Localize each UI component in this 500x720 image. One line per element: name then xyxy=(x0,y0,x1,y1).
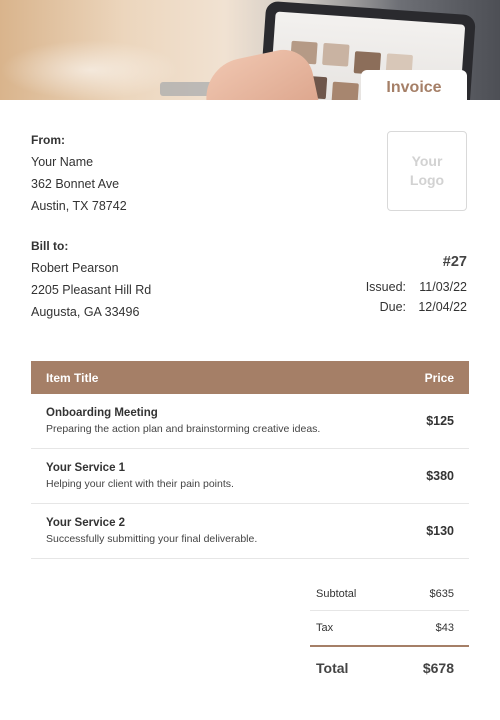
item-description: Successfully submitting your final deliv… xyxy=(46,533,258,545)
invoice-number: #27 xyxy=(442,254,467,270)
item-description: Helping your client with their pain poin… xyxy=(46,478,234,490)
from-address-line1: 362 Bonnet Ave xyxy=(31,177,120,191)
table-row: Your Service 1 Helping your client with … xyxy=(31,449,469,504)
bill-to-name: Robert Pearson xyxy=(31,261,119,275)
subtotal-row: Subtotal $635 xyxy=(310,578,469,611)
issued-date: 11/03/22 xyxy=(419,280,467,294)
from-address-line2: Austin, TX 78742 xyxy=(31,199,127,213)
invoice-tab: Invoice xyxy=(361,70,467,104)
total-value: $678 xyxy=(422,660,454,676)
table-row: Onboarding Meeting Preparing the action … xyxy=(31,394,469,449)
subtotal-value: $635 xyxy=(429,588,454,600)
due-label: Due: xyxy=(379,300,406,314)
bill-to-heading: Bill to: xyxy=(31,239,69,253)
table-row: Your Service 2 Successfully submitting y… xyxy=(31,504,469,559)
line-items-table: Item Title Price Onboarding Meeting Prep… xyxy=(31,361,469,559)
invoice-dates: Issued: 11/03/22 Due: 12/04/22 xyxy=(346,279,467,319)
bill-to-address-line2: Augusta, GA 33496 xyxy=(31,305,140,319)
issued-label: Issued: xyxy=(365,280,406,294)
item-title: Your Service 1 xyxy=(46,462,126,474)
from-heading: From: xyxy=(31,133,65,147)
logo-text-line2: Logo xyxy=(409,172,445,188)
due-date: 12/04/22 xyxy=(418,300,467,314)
column-header-price: Price xyxy=(424,370,454,385)
due-row: Due: 12/04/22 xyxy=(346,299,467,319)
tax-label: Tax xyxy=(316,622,334,634)
bill-to-address-line1: 2205 Pleasant Hill Rd xyxy=(31,283,152,297)
table-header: Item Title Price xyxy=(31,361,469,394)
column-header-item: Item Title xyxy=(46,370,99,385)
totals-section: Subtotal $635 Tax $43 Total $678 xyxy=(310,578,469,689)
total-label: Total xyxy=(316,660,349,676)
tax-row: Tax $43 xyxy=(310,611,469,647)
item-description: Preparing the action plan and brainstorm… xyxy=(46,423,321,435)
item-title: Onboarding Meeting xyxy=(46,407,158,419)
tax-value: $43 xyxy=(435,622,454,634)
item-price: $125 xyxy=(426,414,454,428)
total-row: Total $678 xyxy=(310,647,469,689)
item-price: $380 xyxy=(426,469,454,483)
photo-tile xyxy=(331,81,359,100)
issued-row: Issued: 11/03/22 xyxy=(346,279,467,299)
from-name: Your Name xyxy=(31,155,94,169)
item-price: $130 xyxy=(426,524,454,538)
photo-tile xyxy=(322,42,350,67)
bill-to-section: Bill to: Robert Pearson 2205 Pleasant Hi… xyxy=(31,238,151,326)
from-section: From: Your Name 362 Bonnet Ave Austin, T… xyxy=(31,132,127,220)
item-title: Your Service 2 xyxy=(46,517,126,529)
photo-highlight xyxy=(0,40,180,100)
subtotal-label: Subtotal xyxy=(316,588,357,600)
logo-placeholder: Your Logo xyxy=(387,131,467,211)
logo-text-line1: Your xyxy=(411,153,443,169)
